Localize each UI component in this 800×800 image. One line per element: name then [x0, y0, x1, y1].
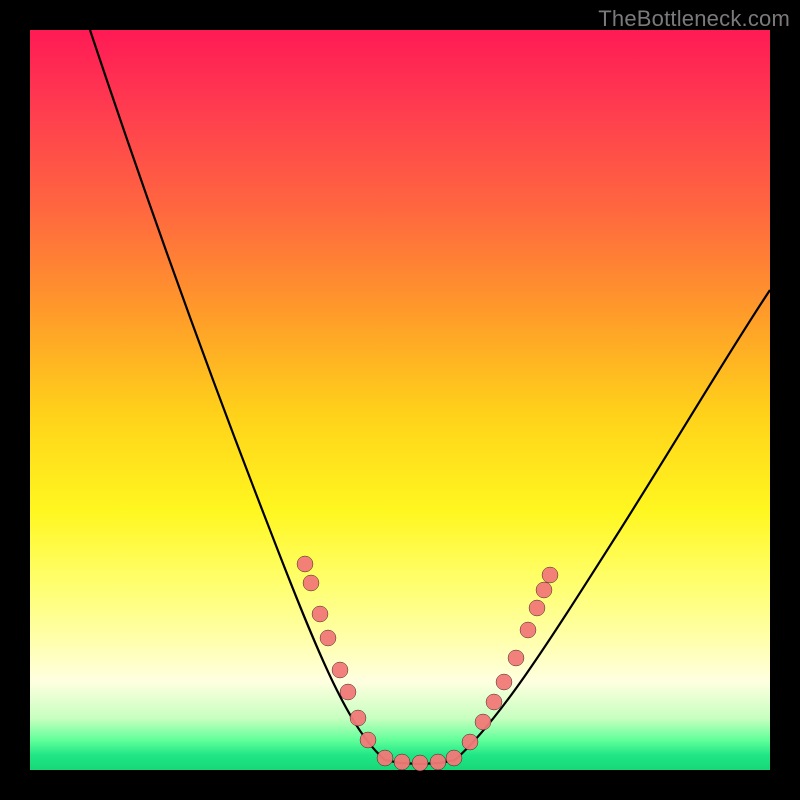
bottleneck-curve: [90, 30, 770, 764]
chart-overlay: [30, 30, 770, 770]
marker-dots: [297, 556, 558, 771]
gradient-plot-area: [30, 30, 770, 770]
attribution-watermark: TheBottleneck.com: [598, 6, 790, 32]
